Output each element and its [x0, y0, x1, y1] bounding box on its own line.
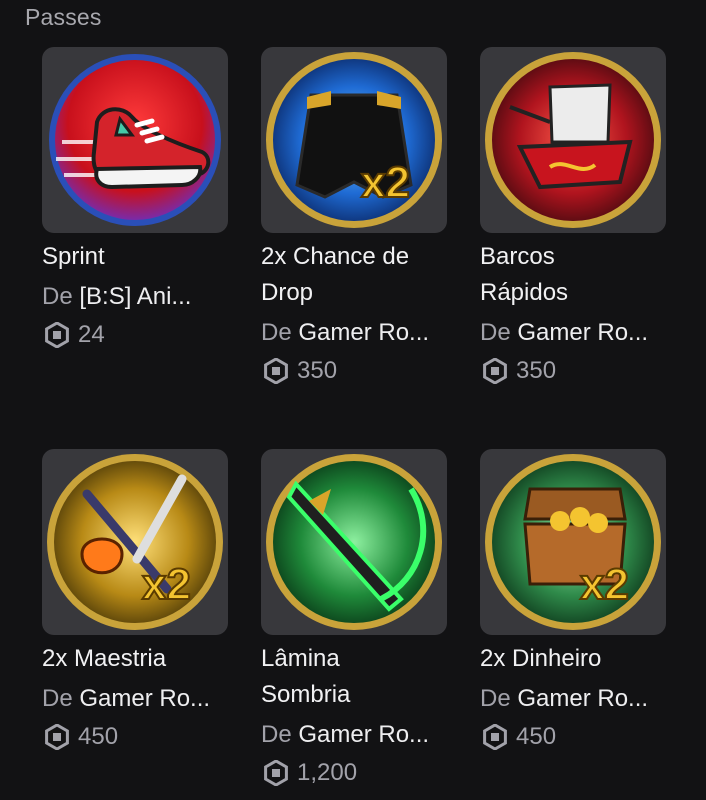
creator-name[interactable]: [B:S] Ani...	[79, 283, 191, 310]
pass-price: 1,200	[261, 755, 451, 791]
pass-creator[interactable]: De Gamer Ro...	[261, 315, 451, 351]
pass-card-money[interactable]: x2 2x Dinheiro De Gamer Ro... 450	[480, 449, 670, 755]
pass-thumbnail[interactable]: x2	[261, 47, 447, 233]
pass-creator[interactable]: De Gamer Ro...	[42, 681, 232, 717]
creator-prefix: De	[480, 685, 511, 712]
creator-name[interactable]: Gamer Ro...	[517, 685, 648, 712]
pass-name[interactable]: Sprint	[42, 239, 232, 275]
pass-card-chance-drop[interactable]: x2 2x Chance de Drop De Gamer Ro... 350	[261, 47, 451, 389]
pass-card-fast-boats[interactable]: Barcos Rápidos De Gamer Ro... 350	[480, 47, 670, 389]
pass-price: 24	[42, 317, 232, 353]
creator-prefix: De	[42, 283, 73, 310]
pass-name[interactable]: 2x Maestria	[42, 641, 232, 677]
pass-price: 450	[42, 719, 232, 755]
robux-icon	[45, 724, 69, 750]
section-title: Passes	[25, 4, 102, 30]
pass-name[interactable]: 2x Chance de Drop	[261, 239, 441, 311]
creator-name[interactable]: Gamer Ro...	[517, 319, 648, 346]
robux-icon	[264, 358, 288, 384]
svg-text:x2: x2	[361, 158, 410, 207]
pass-card-mastery[interactable]: x2 2x Maestria De Gamer Ro... 450	[42, 449, 232, 755]
pass-thumbnail[interactable]	[480, 47, 666, 233]
pass-price: 350	[480, 353, 670, 389]
price-value: 450	[516, 723, 557, 750]
pass-name[interactable]: Lâmina Sombria	[261, 641, 381, 713]
price-value: 1,200	[297, 759, 358, 786]
green-blade-icon	[266, 454, 442, 630]
sneaker-icon	[49, 54, 221, 226]
pirate-ship-icon	[485, 52, 661, 228]
price-value: 350	[516, 357, 557, 384]
pass-thumbnail[interactable]	[261, 449, 447, 635]
treasure-chest-x2-icon: x2	[485, 454, 661, 630]
pass-name[interactable]: 2x Dinheiro	[480, 641, 670, 677]
creator-name[interactable]: Gamer Ro...	[79, 685, 210, 712]
pass-card-shadow-blade[interactable]: Lâmina Sombria De Gamer Ro... 1,200	[261, 449, 451, 791]
pass-thumbnail[interactable]	[42, 47, 228, 233]
pass-name[interactable]: Barcos Rápidos	[480, 239, 600, 311]
svg-text:x2: x2	[142, 560, 191, 609]
pass-creator[interactable]: De Gamer Ro...	[480, 681, 670, 717]
robux-icon	[483, 358, 507, 384]
svg-text:x2: x2	[580, 560, 629, 609]
cape-x2-icon: x2	[266, 52, 442, 228]
price-value: 450	[78, 723, 119, 750]
pass-creator[interactable]: De Gamer Ro...	[261, 717, 451, 753]
creator-prefix: De	[261, 319, 292, 346]
robux-icon	[264, 760, 288, 786]
creator-prefix: De	[480, 319, 511, 346]
pass-thumbnail[interactable]: x2	[42, 449, 228, 635]
swords-x2-icon: x2	[47, 454, 223, 630]
price-value: 350	[297, 357, 338, 384]
pass-price: 450	[480, 719, 670, 755]
robux-icon	[45, 322, 69, 348]
creator-name[interactable]: Gamer Ro...	[298, 721, 429, 748]
pass-thumbnail[interactable]: x2	[480, 449, 666, 635]
pass-card-sprint[interactable]: Sprint De [B:S] Ani... 24	[42, 47, 232, 353]
creator-prefix: De	[42, 685, 73, 712]
pass-creator[interactable]: De Gamer Ro...	[480, 315, 670, 351]
robux-icon	[483, 724, 507, 750]
creator-name[interactable]: Gamer Ro...	[298, 319, 429, 346]
pass-price: 350	[261, 353, 451, 389]
pass-creator[interactable]: De [B:S] Ani...	[42, 279, 232, 315]
creator-prefix: De	[261, 721, 292, 748]
price-value: 24	[78, 321, 105, 348]
